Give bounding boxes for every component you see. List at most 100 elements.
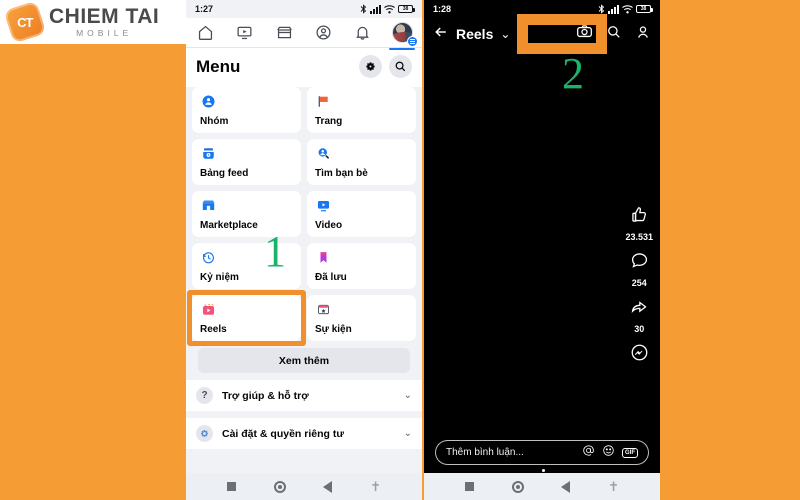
store-icon xyxy=(200,197,216,213)
status-time: 1:28 xyxy=(433,4,452,14)
menu-tile-reels[interactable]: Reels xyxy=(192,295,301,341)
circle-icon[interactable] xyxy=(273,480,286,493)
comment-button[interactable] xyxy=(630,251,649,275)
menu-tile-video[interactable]: Video xyxy=(307,191,416,237)
messenger-button[interactable] xyxy=(630,343,649,367)
events-icon xyxy=(315,301,331,317)
comment-count: 254 xyxy=(631,278,647,288)
menu-body: Nhóm Trang Bảng feed Tìm bạn bè Marketpl… xyxy=(186,87,422,373)
battery-level: 38 xyxy=(402,6,409,12)
active-tab-indicator xyxy=(389,47,416,50)
search-button[interactable] xyxy=(606,24,622,45)
menu-tile-label: Video xyxy=(315,220,343,231)
person-icon xyxy=(638,25,648,38)
square-icon[interactable] xyxy=(226,482,236,491)
cellular-signal-icon xyxy=(370,4,381,14)
chevron-down-icon: ⌄ xyxy=(403,428,412,439)
search-button[interactable] xyxy=(389,55,412,78)
home-icon xyxy=(199,25,213,40)
accessibility-icon[interactable]: ✝ xyxy=(608,479,619,495)
wifi-icon xyxy=(622,4,633,13)
menu-tile-label: Trang xyxy=(315,116,343,127)
system-navigation-bar-right: ✝ xyxy=(424,473,660,500)
brand-logo-badge: CT xyxy=(3,0,47,44)
phone-right-reels-player: 1:28 38 Reels ⌄ 2 23.531 254 30 Thêm bìn… xyxy=(424,0,660,500)
menu-tile-label: Đã lưu xyxy=(315,272,347,283)
wifi-icon xyxy=(384,4,395,13)
gif-button[interactable]: GIF xyxy=(622,447,638,458)
comment-input-bar[interactable]: Thêm bình luận... GIF xyxy=(435,440,649,465)
square-icon[interactable] xyxy=(464,482,474,491)
facebook-top-nav xyxy=(186,18,422,50)
menu-tile-grid: Nhóm Trang Bảng feed Tìm bạn bè Marketpl… xyxy=(187,87,416,346)
nav-notifications-button[interactable] xyxy=(348,20,378,46)
share-button[interactable] xyxy=(630,297,649,321)
at-icon xyxy=(583,444,594,456)
nav-menu-button[interactable] xyxy=(387,20,419,50)
reels-action-rail: 23.531 254 30 xyxy=(625,205,653,367)
mention-button[interactable] xyxy=(582,444,595,462)
status-bar-left: 1:27 38 xyxy=(186,0,422,18)
bookmark-icon xyxy=(315,249,331,265)
like-button[interactable] xyxy=(630,205,649,229)
clock-icon xyxy=(200,249,216,265)
nav-marketplace-button[interactable] xyxy=(269,20,299,46)
annotation-number-1: 1 xyxy=(264,227,286,276)
bluetooth-icon xyxy=(360,4,367,14)
gear-icon xyxy=(196,425,213,442)
menu-tile-groups[interactable]: Nhóm xyxy=(192,87,301,133)
brand-logo: CT CHIEM TAI MOBILE xyxy=(0,0,186,44)
question-icon: ? xyxy=(196,387,213,404)
triangle-back-icon[interactable] xyxy=(323,480,333,493)
triangle-back-icon[interactable] xyxy=(561,480,571,493)
reels-icon xyxy=(200,301,216,317)
see-more-button[interactable]: Xem thêm xyxy=(198,348,410,373)
battery-icon: 38 xyxy=(636,5,653,13)
annotation-highlight-camera xyxy=(517,14,607,54)
menu-tile-label: Nhóm xyxy=(200,116,229,127)
emoji-button[interactable] xyxy=(602,444,615,462)
phone-left-facebook-menu: 1:27 38 Menu Nhóm Trang Bảng feed Tìm bạ… xyxy=(186,0,422,500)
nav-profile-button[interactable] xyxy=(309,20,339,46)
profile-button[interactable] xyxy=(635,24,651,45)
back-button[interactable] xyxy=(433,24,449,45)
search-icon xyxy=(395,61,406,72)
circle-icon[interactable] xyxy=(511,480,524,493)
settings-button[interactable] xyxy=(359,55,382,78)
list-item-settings-privacy[interactable]: Cài đặt & quyền riêng tư ⌄ xyxy=(186,418,422,449)
feed-icon xyxy=(200,145,216,161)
menu-tile-events[interactable]: Sự kiện xyxy=(307,295,416,341)
menu-tile-find-friends[interactable]: Tìm bạn bè xyxy=(307,139,416,185)
reels-title: Reels xyxy=(456,26,494,42)
menu-tile-reels-wrapper: Reels xyxy=(187,290,306,346)
share-count: 30 xyxy=(634,324,645,334)
nav-video-button[interactable] xyxy=(230,20,260,46)
menu-header: Menu xyxy=(186,48,422,87)
accessibility-icon[interactable]: ✝ xyxy=(370,479,381,495)
list-item-help[interactable]: ? Trợ giúp & hỗ trợ ⌄ xyxy=(186,380,422,411)
menu-tile-label: Tìm bạn bè xyxy=(315,168,368,179)
battery-icon: 38 xyxy=(398,5,415,13)
brand-tagline: MOBILE xyxy=(76,28,133,39)
list-item-label: Trợ giúp & hỗ trợ xyxy=(222,389,309,402)
marketplace-icon xyxy=(276,26,292,39)
nav-home-button[interactable] xyxy=(191,20,221,46)
brand-name: CHIEM TAI xyxy=(49,5,160,29)
comment-input[interactable]: Thêm bình luận... xyxy=(446,447,582,458)
find-friends-icon xyxy=(315,145,331,161)
menu-tile-feed[interactable]: Bảng feed xyxy=(192,139,301,185)
smiley-icon xyxy=(603,444,614,456)
status-time: 1:27 xyxy=(195,4,214,14)
chevron-down-icon[interactable]: ⌄ xyxy=(500,27,510,41)
cellular-signal-icon xyxy=(608,4,619,14)
search-icon xyxy=(608,25,620,38)
menu-tile-label: Sự kiện xyxy=(315,324,352,335)
like-icon xyxy=(632,207,646,222)
flag-icon xyxy=(315,93,331,109)
system-navigation-bar-left: ✝ xyxy=(186,473,422,500)
menu-tile-pages[interactable]: Trang xyxy=(307,87,416,133)
brand-logo-badge-text: CT xyxy=(17,14,33,30)
menu-tile-saved[interactable]: Đã lưu xyxy=(307,243,416,289)
messenger-icon xyxy=(631,344,648,361)
chevron-down-icon: ⌄ xyxy=(403,390,412,401)
